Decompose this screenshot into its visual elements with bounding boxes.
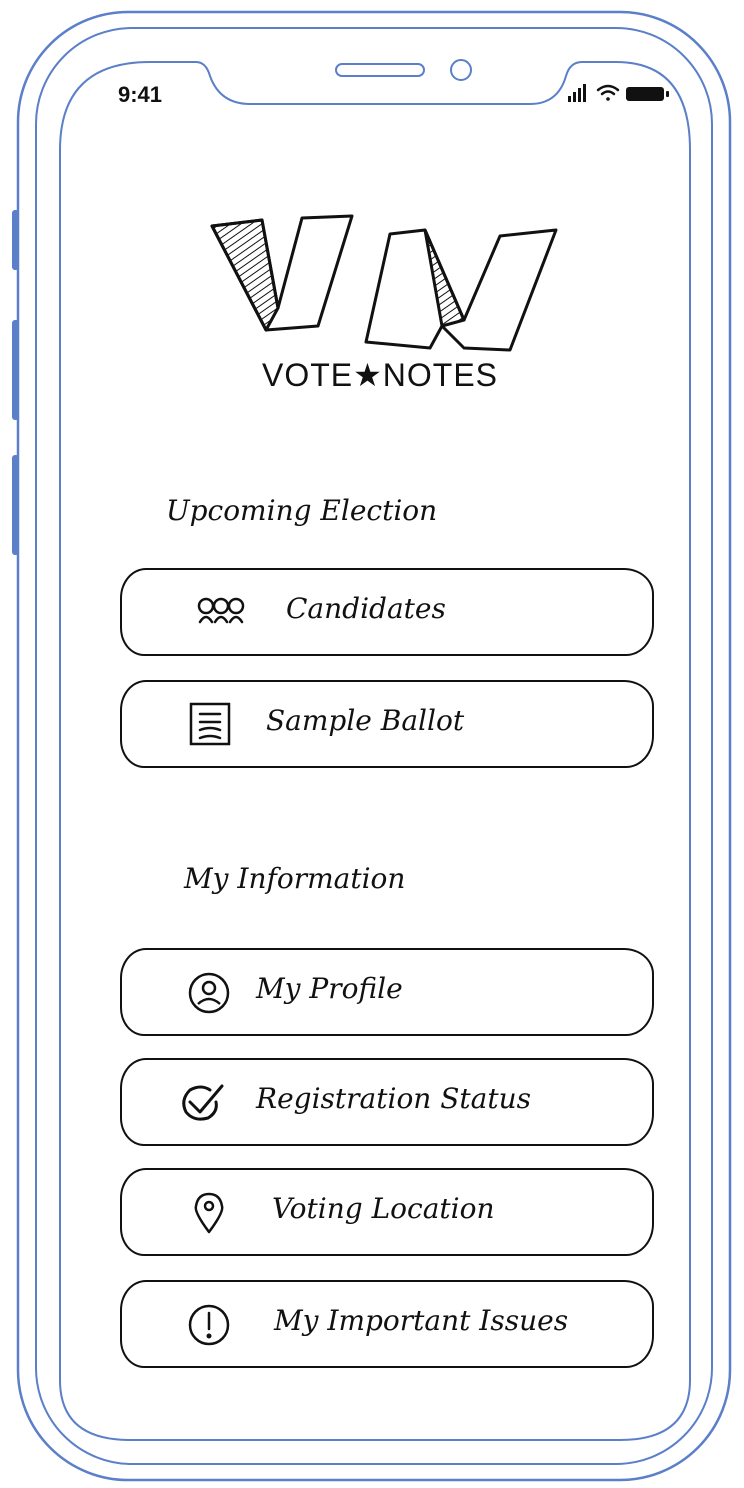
my-profile-button[interactable]: My Profile <box>120 948 654 1036</box>
registration-status-label: Registration Status <box>256 1082 532 1115</box>
my-profile-label: My Profile <box>256 972 403 1005</box>
people-icon <box>197 597 245 624</box>
signal-icon <box>568 84 586 102</box>
location-pin-icon <box>194 1192 224 1234</box>
voting-location-label: Voting Location <box>272 1192 495 1225</box>
my-important-issues-button[interactable]: My Important Issues <box>120 1280 654 1368</box>
alert-icon <box>188 1304 230 1346</box>
section-title-upcoming-election: Upcoming Election <box>166 494 438 527</box>
wifi-icon <box>596 84 620 101</box>
sample-ballot-button[interactable]: Sample Ballot <box>120 680 654 768</box>
registration-status-button[interactable]: Registration Status <box>120 1058 654 1146</box>
section-title-my-information: My Information <box>184 862 406 895</box>
status-icons <box>568 84 669 102</box>
candidates-button[interactable]: Candidates <box>120 568 654 656</box>
voting-location-button[interactable]: Voting Location <box>120 1168 654 1256</box>
status-time: 9:41 <box>118 82 163 107</box>
my-important-issues-label: My Important Issues <box>274 1304 569 1337</box>
sample-ballot-label: Sample Ballot <box>266 704 465 737</box>
logo-caption: VOTE★NOTES <box>261 357 499 393</box>
checkmark-icon <box>182 1084 224 1121</box>
battery-icon <box>626 87 669 101</box>
profile-icon <box>188 972 230 1014</box>
ballot-icon <box>189 702 231 746</box>
candidates-label: Candidates <box>286 592 446 625</box>
